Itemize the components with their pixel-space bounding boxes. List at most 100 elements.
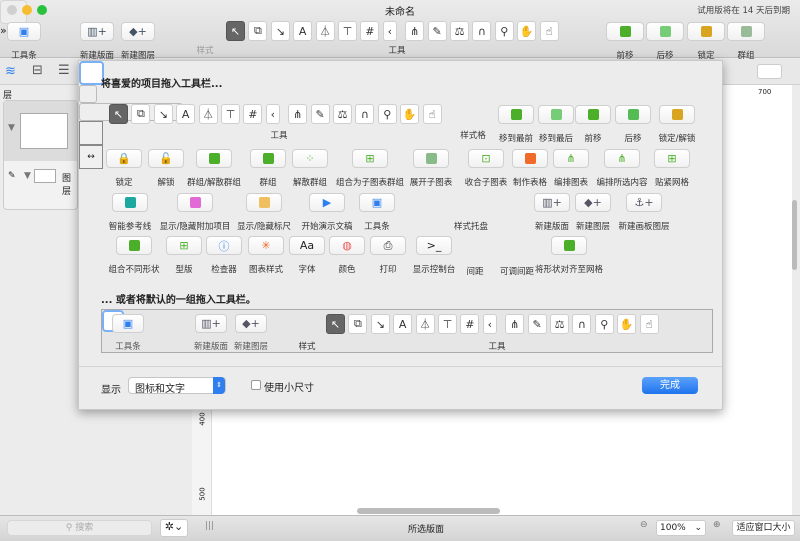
view-button[interactable] (757, 64, 782, 79)
default-1-button[interactable]: ▥+ (195, 314, 227, 333)
tool-6[interactable]: # (460, 314, 479, 334)
tool-11[interactable]: ∩ (355, 104, 374, 124)
canvas-thumbnail[interactable] (20, 113, 68, 149)
outline-icon[interactable]: ☰ (58, 63, 70, 78)
toolbar-item-6-button[interactable] (646, 22, 684, 41)
row3-4-button[interactable]: ▣ (359, 193, 395, 212)
tool-7[interactable]: ‹ (483, 314, 497, 334)
gear-menu-button[interactable]: ✲⌄ (160, 519, 188, 537)
close-button[interactable] (7, 5, 17, 15)
row1-5-button[interactable] (659, 105, 695, 124)
row1-2-button[interactable] (538, 105, 574, 124)
row3-7-button[interactable]: ◆+ (575, 193, 611, 212)
vertical-scrollbar[interactable] (792, 200, 797, 270)
tool-12[interactable]: ⚲ (495, 21, 514, 41)
row2-5-button[interactable]: ⊞ (352, 149, 388, 168)
row2-4-button[interactable]: ⁘ (292, 149, 328, 168)
small-size-checkbox[interactable] (251, 380, 261, 390)
tool-10[interactable]: ⚖ (550, 314, 569, 334)
row2-2-button[interactable] (196, 149, 232, 168)
zoom-select[interactable]: 100%⌄ (656, 520, 706, 536)
row4-1-button[interactable]: ⊞ (166, 236, 202, 255)
flexible-space-item[interactable]: ↔ (79, 145, 103, 169)
tool-10[interactable]: ⚖ (450, 21, 469, 41)
row1-3-button[interactable] (575, 105, 611, 124)
tool-4[interactable]: ⏃ (316, 21, 335, 41)
tool-3[interactable]: A (393, 314, 412, 334)
tool-12[interactable]: ⚲ (595, 314, 614, 334)
row3-1-button[interactable] (177, 193, 213, 212)
tool-1[interactable]: ⧉ (248, 21, 267, 41)
tool-1[interactable]: ⧉ (131, 104, 150, 124)
tool-3[interactable]: A (176, 104, 195, 124)
search-input[interactable]: ⚲ 搜索 (7, 520, 152, 536)
row2-9-button[interactable]: ⋔ (553, 149, 589, 168)
tool-12[interactable]: ⚲ (378, 104, 397, 124)
toolbar-item-0-button[interactable]: ▣ (7, 22, 41, 41)
row2-1-button[interactable]: 🔓 (148, 149, 184, 168)
tool-2[interactable]: ↘ (154, 104, 173, 124)
row2-6-button[interactable] (413, 149, 449, 168)
row2-10-button[interactable]: ⋔ (604, 149, 640, 168)
default-toolbar-set[interactable]: ▣工具条▥+新建版面◆+新建图层样式↖⧉↘A⏃⊤#‹⋔✎⚖∩⚲✋☝工具 (101, 309, 713, 353)
row3-2-button[interactable] (246, 193, 282, 212)
tool-2[interactable]: ↘ (271, 21, 290, 41)
tool-8[interactable]: ⋔ (288, 104, 307, 124)
row3-6-button[interactable]: ▥+ (534, 193, 570, 212)
divider-handle[interactable]: ||| (205, 521, 214, 531)
row4-5-button[interactable]: ◍ (329, 236, 365, 255)
tool-4[interactable]: ⏃ (199, 104, 218, 124)
tool-6[interactable]: # (243, 104, 262, 124)
tool-13[interactable]: ✋ (617, 314, 636, 334)
tool-6[interactable]: # (360, 21, 379, 41)
row3-8-button[interactable]: ⚓+ (626, 193, 662, 212)
tool-8[interactable]: ⋔ (405, 21, 424, 41)
toolbar-item-8-button[interactable] (727, 22, 765, 41)
row2-8-button[interactable] (512, 149, 548, 168)
canvas-icon[interactable]: ⊟ (32, 63, 43, 78)
row4-6-button[interactable]: ⎙ (370, 236, 406, 255)
tool-10[interactable]: ⚖ (333, 104, 352, 124)
tool-5[interactable]: ⊤ (221, 104, 240, 124)
tool-14[interactable]: ☝ (540, 21, 559, 41)
tool-4[interactable]: ⏃ (416, 314, 435, 334)
row2-0-button[interactable]: 🔒 (106, 149, 142, 168)
zoom-button[interactable] (37, 5, 47, 15)
row4-7-button[interactable]: >_ (416, 236, 452, 255)
overflow-chevron-icon[interactable]: » (0, 24, 7, 37)
fit-window-button[interactable]: 适应窗口大小 (732, 520, 795, 536)
tool-1[interactable]: ⧉ (348, 314, 367, 334)
tool-5[interactable]: ⊤ (438, 314, 457, 334)
row2-11-button[interactable]: ⊞ (654, 149, 690, 168)
tool-7[interactable]: ‹ (266, 104, 280, 124)
tool-11[interactable]: ∩ (472, 21, 491, 41)
canvas-list[interactable]: ▼ ✎ ▼ 图层 (3, 100, 78, 210)
default-2-button[interactable]: ◆+ (235, 314, 267, 333)
tool-9[interactable]: ✎ (528, 314, 547, 334)
toolbar-item-5-button[interactable] (606, 22, 644, 41)
tool-0[interactable]: ↖ (226, 21, 245, 41)
tool-8[interactable]: ⋔ (505, 314, 524, 334)
row2-3-button[interactable] (250, 149, 286, 168)
pencil-icon[interactable]: ✎ (8, 171, 16, 181)
toolbar-item-1-button[interactable]: ▥+ (80, 22, 114, 41)
zoom-in-icon[interactable]: ⊕ (713, 520, 721, 530)
layer-name[interactable]: 图层 (62, 171, 77, 197)
row1-1-button[interactable] (498, 105, 534, 124)
tool-3[interactable]: A (293, 21, 312, 41)
row2-7-button[interactable]: ⊡ (468, 149, 504, 168)
toolbar-item-2-button[interactable]: ◆+ (121, 22, 155, 41)
layers-icon[interactable]: ≋ (5, 64, 16, 79)
row4-3-button[interactable]: ✳ (248, 236, 284, 255)
tool-9[interactable]: ✎ (311, 104, 330, 124)
show-select[interactable]: 图标和文字⇕ (128, 377, 226, 394)
toolbar-item-7-button[interactable] (687, 22, 725, 41)
tool-14[interactable]: ☝ (423, 104, 442, 124)
tool-9[interactable]: ✎ (428, 21, 447, 41)
tool-0[interactable]: ↖ (109, 104, 128, 124)
tool-13[interactable]: ✋ (400, 104, 419, 124)
row4-10-button[interactable] (551, 236, 587, 255)
horizontal-scrollbar[interactable] (357, 508, 500, 514)
row3-0-button[interactable] (112, 193, 148, 212)
row4-2-button[interactable]: ⓘ (206, 236, 242, 255)
